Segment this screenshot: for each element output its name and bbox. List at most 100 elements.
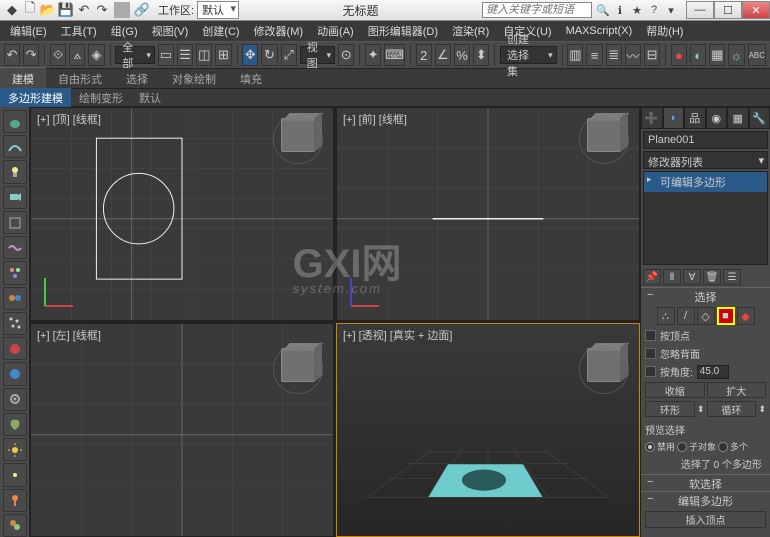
spinner-snap-button[interactable]: ⬍ [473, 44, 489, 66]
vertex-level-icon[interactable]: ∴ [657, 307, 675, 325]
rotate-button[interactable]: ↻ [261, 44, 277, 66]
workspace-dropdown[interactable]: 默认 [197, 1, 239, 19]
sphere-blue-icon[interactable] [3, 362, 27, 385]
border-level-icon[interactable]: ◇ [697, 307, 715, 325]
star-icon[interactable]: ★ [630, 3, 644, 17]
link-icon[interactable]: 🔗 [134, 2, 150, 18]
edge-level-icon[interactable]: / [677, 307, 695, 325]
bind-button[interactable]: ◈ [88, 44, 104, 66]
menu-edit[interactable]: 编辑(E) [4, 21, 53, 41]
tab-display[interactable]: ▦ [727, 107, 749, 129]
app-icon[interactable]: ◆ [4, 2, 20, 18]
preview-subobj-radio[interactable] [677, 442, 687, 452]
rollout-header[interactable]: 软选择 [641, 475, 770, 491]
omni-icon[interactable] [3, 463, 27, 486]
make-unique-icon[interactable]: ∀ [683, 269, 701, 285]
modifier-item-editable-poly[interactable]: 可编辑多边形 [644, 172, 767, 192]
maximize-button[interactable]: ☐ [714, 1, 742, 19]
named-selection-dropdown[interactable]: 创建选择集 [500, 46, 557, 64]
viewport-label[interactable]: [+] [透视] [真实 + 边面] [343, 327, 452, 343]
snap-2d-button[interactable]: 2 [416, 44, 432, 66]
menu-maxscript[interactable]: MAXScript(X) [560, 23, 639, 39]
shell-icon[interactable] [3, 413, 27, 436]
window-crossing-button[interactable]: ⊞ [215, 44, 231, 66]
ring-button[interactable]: 环形 [645, 401, 695, 417]
loop-button[interactable]: 循环 [707, 401, 757, 417]
show-end-result-icon[interactable]: Ⅱ [663, 269, 681, 285]
menu-tools[interactable]: 工具(T) [55, 21, 103, 41]
open-icon[interactable]: 📂 [40, 2, 56, 18]
by-vertex-checkbox[interactable] [645, 330, 656, 341]
tab-hierarchy[interactable]: 品 [684, 107, 706, 129]
menu-rendering[interactable]: 渲染(R) [446, 21, 495, 41]
preview-multi-radio[interactable] [718, 442, 728, 452]
ignore-backfacing-checkbox[interactable] [645, 348, 656, 359]
teapot-icon[interactable] [3, 110, 27, 133]
snap-angle-button[interactable]: ∠ [435, 44, 451, 66]
manipulate-button[interactable]: ✦ [365, 44, 381, 66]
viewport-left[interactable]: [+] [左] [线框] [30, 323, 334, 537]
undo-button[interactable]: ↶ [4, 44, 20, 66]
modifier-stack[interactable]: 可编辑多边形 [643, 171, 768, 265]
modifier-list-dropdown[interactable]: 修改器列表 [643, 151, 768, 169]
select-region-button[interactable]: ◫ [196, 44, 212, 66]
light-icon[interactable] [3, 160, 27, 183]
spline-icon[interactable] [3, 135, 27, 158]
viewport-front[interactable]: [+] [前] [线框] [336, 107, 640, 321]
sun-icon[interactable] [3, 438, 27, 461]
help-search-input[interactable] [482, 2, 592, 18]
unlink-button[interactable]: ⟑ [69, 44, 85, 66]
ribbon-tab-object-paint[interactable]: 对象绘制 [160, 68, 228, 90]
menu-help[interactable]: 帮助(H) [640, 21, 689, 41]
rollout-header[interactable]: 选择 [641, 288, 770, 304]
insert-vertex-button[interactable]: 插入顶点 [645, 511, 766, 528]
menu-views[interactable]: 视图(V) [146, 21, 195, 41]
dropdown-icon[interactable]: ▾ [664, 3, 678, 17]
selection-filter-dropdown[interactable]: 全部 [115, 46, 155, 64]
menu-modifiers[interactable]: 修改器(M) [248, 21, 310, 41]
tab-utilities[interactable]: 🔧 [749, 107, 770, 129]
remove-modifier-icon[interactable]: 🗑 [703, 269, 721, 285]
viewcube[interactable] [587, 118, 621, 152]
gear-icon[interactable] [3, 388, 27, 411]
redo-button[interactable]: ↷ [23, 44, 39, 66]
pin-stack-icon[interactable]: 📌 [643, 269, 661, 285]
viewcube[interactable] [281, 348, 315, 382]
minimize-button[interactable]: — [686, 1, 714, 19]
viewport-label[interactable]: [+] [左] [线框] [37, 327, 101, 343]
abc-button[interactable]: ABC [748, 44, 766, 66]
curve-editor-button[interactable]: 〰 [625, 44, 641, 66]
undo-icon[interactable]: ↶ [76, 2, 92, 18]
ribbon-panel-poly-modeling[interactable]: 多边形建模 [0, 88, 71, 108]
ribbon-tab-populate[interactable]: 填充 [228, 68, 274, 90]
helper-icon[interactable] [3, 211, 27, 234]
viewport-top[interactable]: [+] [顶] [线框] [30, 107, 334, 321]
render-setup-button[interactable]: ◐ [690, 44, 706, 66]
redo-icon[interactable]: ↷ [94, 2, 110, 18]
shrink-button[interactable]: 收缩 [645, 382, 705, 398]
align-button[interactable]: ≡ [586, 44, 602, 66]
link-button[interactable]: ⟐ [50, 44, 66, 66]
menu-animation[interactable]: 动画(A) [311, 21, 360, 41]
ref-coord-dropdown[interactable]: 视图 [300, 46, 335, 64]
sphere-red-icon[interactable] [3, 337, 27, 360]
schematic-button[interactable]: ⊟ [644, 44, 660, 66]
new-icon[interactable]: 🗋 [22, 2, 38, 18]
by-angle-checkbox[interactable] [645, 366, 656, 377]
pivot-button[interactable]: ⊙ [338, 44, 354, 66]
keyboard-button[interactable]: ⌨ [384, 44, 405, 66]
material-editor-button[interactable]: ● [671, 44, 687, 66]
ribbon-tab-freeform[interactable]: 自由形式 [46, 68, 114, 90]
preview-off-radio[interactable] [645, 442, 655, 452]
layers-button[interactable]: ≣ [606, 44, 622, 66]
render-button[interactable]: ☼ [728, 44, 744, 66]
viewport-label[interactable]: [+] [前] [线框] [343, 111, 407, 127]
polygon-level-icon[interactable]: ■ [717, 307, 735, 325]
spacewarp-icon[interactable] [3, 236, 27, 259]
select-name-button[interactable]: ☰ [177, 44, 193, 66]
tab-modify[interactable]: ◗ [663, 107, 685, 129]
help-icon[interactable]: ? [647, 3, 661, 17]
save-icon[interactable]: 💾 [58, 2, 74, 18]
balls-icon[interactable] [3, 287, 27, 310]
element-level-icon[interactable]: ◆ [737, 307, 755, 325]
